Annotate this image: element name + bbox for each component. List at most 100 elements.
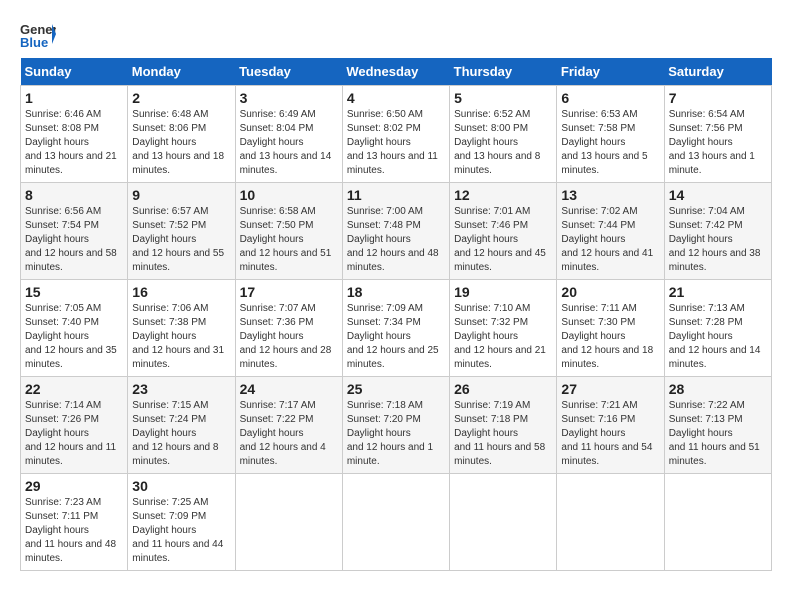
- day-info: Sunrise: 7:11 AMSunset: 7:30 PMDaylight …: [561, 303, 653, 370]
- day-number: 21: [669, 284, 767, 300]
- logo-icon: General Blue: [20, 20, 56, 48]
- day-number: 30: [132, 478, 230, 494]
- day-info: Sunrise: 7:06 AMSunset: 7:38 PMDaylight …: [132, 303, 224, 370]
- day-info: Sunrise: 7:07 AMSunset: 7:36 PMDaylight …: [240, 303, 332, 370]
- day-number: 27: [561, 381, 659, 397]
- day-info: Sunrise: 7:10 AMSunset: 7:32 PMDaylight …: [454, 303, 546, 370]
- day-info: Sunrise: 7:14 AMSunset: 7:26 PMDaylight …: [25, 400, 116, 467]
- calendar-cell: 7 Sunrise: 6:54 AMSunset: 7:56 PMDayligh…: [664, 86, 771, 183]
- day-info: Sunrise: 6:57 AMSunset: 7:52 PMDaylight …: [132, 206, 224, 273]
- day-number: 6: [561, 90, 659, 106]
- day-info: Sunrise: 6:46 AMSunset: 8:08 PMDaylight …: [25, 109, 117, 176]
- calendar-cell: [664, 474, 771, 571]
- day-number: 26: [454, 381, 552, 397]
- calendar-cell: 9 Sunrise: 6:57 AMSunset: 7:52 PMDayligh…: [128, 183, 235, 280]
- day-number: 22: [25, 381, 123, 397]
- day-info: Sunrise: 7:23 AMSunset: 7:11 PMDaylight …: [25, 497, 116, 564]
- day-number: 17: [240, 284, 338, 300]
- calendar-cell: 5 Sunrise: 6:52 AMSunset: 8:00 PMDayligh…: [450, 86, 557, 183]
- calendar-cell: 17 Sunrise: 7:07 AMSunset: 7:36 PMDaylig…: [235, 280, 342, 377]
- day-number: 19: [454, 284, 552, 300]
- day-info: Sunrise: 7:00 AMSunset: 7:48 PMDaylight …: [347, 206, 439, 273]
- calendar-cell: 3 Sunrise: 6:49 AMSunset: 8:04 PMDayligh…: [235, 86, 342, 183]
- calendar-cell: 14 Sunrise: 7:04 AMSunset: 7:42 PMDaylig…: [664, 183, 771, 280]
- day-number: 8: [25, 187, 123, 203]
- week-row-4: 22 Sunrise: 7:14 AMSunset: 7:26 PMDaylig…: [21, 377, 772, 474]
- day-header-saturday: Saturday: [664, 58, 771, 86]
- day-number: 25: [347, 381, 445, 397]
- day-info: Sunrise: 7:18 AMSunset: 7:20 PMDaylight …: [347, 400, 433, 467]
- day-info: Sunrise: 7:05 AMSunset: 7:40 PMDaylight …: [25, 303, 117, 370]
- day-number: 10: [240, 187, 338, 203]
- day-info: Sunrise: 6:50 AMSunset: 8:02 PMDaylight …: [347, 109, 438, 176]
- day-number: 20: [561, 284, 659, 300]
- calendar-cell: 2 Sunrise: 6:48 AMSunset: 8:06 PMDayligh…: [128, 86, 235, 183]
- calendar-cell: 22 Sunrise: 7:14 AMSunset: 7:26 PMDaylig…: [21, 377, 128, 474]
- day-number: 1: [25, 90, 123, 106]
- week-row-5: 29 Sunrise: 7:23 AMSunset: 7:11 PMDaylig…: [21, 474, 772, 571]
- day-info: Sunrise: 6:48 AMSunset: 8:06 PMDaylight …: [132, 109, 224, 176]
- day-number: 14: [669, 187, 767, 203]
- calendar-cell: [450, 474, 557, 571]
- logo: General Blue: [20, 20, 56, 48]
- calendar-cell: 11 Sunrise: 7:00 AMSunset: 7:48 PMDaylig…: [342, 183, 449, 280]
- calendar-cell: 28 Sunrise: 7:22 AMSunset: 7:13 PMDaylig…: [664, 377, 771, 474]
- day-info: Sunrise: 7:01 AMSunset: 7:46 PMDaylight …: [454, 206, 546, 273]
- day-header-monday: Monday: [128, 58, 235, 86]
- day-number: 13: [561, 187, 659, 203]
- calendar-table: SundayMondayTuesdayWednesdayThursdayFrid…: [20, 58, 772, 571]
- day-info: Sunrise: 7:22 AMSunset: 7:13 PMDaylight …: [669, 400, 760, 467]
- day-number: 23: [132, 381, 230, 397]
- calendar-cell: 27 Sunrise: 7:21 AMSunset: 7:16 PMDaylig…: [557, 377, 664, 474]
- day-header-thursday: Thursday: [450, 58, 557, 86]
- calendar-cell: 24 Sunrise: 7:17 AMSunset: 7:22 PMDaylig…: [235, 377, 342, 474]
- calendar-cell: 15 Sunrise: 7:05 AMSunset: 7:40 PMDaylig…: [21, 280, 128, 377]
- day-number: 29: [25, 478, 123, 494]
- day-info: Sunrise: 6:54 AMSunset: 7:56 PMDaylight …: [669, 109, 755, 176]
- day-info: Sunrise: 7:25 AMSunset: 7:09 PMDaylight …: [132, 497, 223, 564]
- day-header-tuesday: Tuesday: [235, 58, 342, 86]
- day-info: Sunrise: 7:04 AMSunset: 7:42 PMDaylight …: [669, 206, 761, 273]
- day-number: 7: [669, 90, 767, 106]
- calendar-cell: 23 Sunrise: 7:15 AMSunset: 7:24 PMDaylig…: [128, 377, 235, 474]
- day-info: Sunrise: 7:15 AMSunset: 7:24 PMDaylight …: [132, 400, 218, 467]
- header: General Blue: [20, 20, 772, 48]
- calendar-cell: [342, 474, 449, 571]
- calendar-cell: 26 Sunrise: 7:19 AMSunset: 7:18 PMDaylig…: [450, 377, 557, 474]
- calendar-cell: 29 Sunrise: 7:23 AMSunset: 7:11 PMDaylig…: [21, 474, 128, 571]
- calendar-cell: 13 Sunrise: 7:02 AMSunset: 7:44 PMDaylig…: [557, 183, 664, 280]
- day-header-row: SundayMondayTuesdayWednesdayThursdayFrid…: [21, 58, 772, 86]
- calendar-cell: 30 Sunrise: 7:25 AMSunset: 7:09 PMDaylig…: [128, 474, 235, 571]
- day-number: 12: [454, 187, 552, 203]
- calendar-cell: 4 Sunrise: 6:50 AMSunset: 8:02 PMDayligh…: [342, 86, 449, 183]
- day-info: Sunrise: 7:13 AMSunset: 7:28 PMDaylight …: [669, 303, 761, 370]
- calendar-cell: 1 Sunrise: 6:46 AMSunset: 8:08 PMDayligh…: [21, 86, 128, 183]
- calendar-cell: [235, 474, 342, 571]
- day-header-friday: Friday: [557, 58, 664, 86]
- day-header-wednesday: Wednesday: [342, 58, 449, 86]
- day-info: Sunrise: 7:21 AMSunset: 7:16 PMDaylight …: [561, 400, 652, 467]
- calendar-cell: 8 Sunrise: 6:56 AMSunset: 7:54 PMDayligh…: [21, 183, 128, 280]
- week-row-2: 8 Sunrise: 6:56 AMSunset: 7:54 PMDayligh…: [21, 183, 772, 280]
- day-number: 2: [132, 90, 230, 106]
- day-info: Sunrise: 6:53 AMSunset: 7:58 PMDaylight …: [561, 109, 647, 176]
- calendar-cell: 16 Sunrise: 7:06 AMSunset: 7:38 PMDaylig…: [128, 280, 235, 377]
- calendar-cell: 25 Sunrise: 7:18 AMSunset: 7:20 PMDaylig…: [342, 377, 449, 474]
- day-info: Sunrise: 6:52 AMSunset: 8:00 PMDaylight …: [454, 109, 540, 176]
- week-row-3: 15 Sunrise: 7:05 AMSunset: 7:40 PMDaylig…: [21, 280, 772, 377]
- day-number: 28: [669, 381, 767, 397]
- calendar-cell: 19 Sunrise: 7:10 AMSunset: 7:32 PMDaylig…: [450, 280, 557, 377]
- day-info: Sunrise: 6:56 AMSunset: 7:54 PMDaylight …: [25, 206, 117, 273]
- day-number: 3: [240, 90, 338, 106]
- day-number: 15: [25, 284, 123, 300]
- day-number: 9: [132, 187, 230, 203]
- calendar-cell: 12 Sunrise: 7:01 AMSunset: 7:46 PMDaylig…: [450, 183, 557, 280]
- calendar-cell: 21 Sunrise: 7:13 AMSunset: 7:28 PMDaylig…: [664, 280, 771, 377]
- day-number: 24: [240, 381, 338, 397]
- week-row-1: 1 Sunrise: 6:46 AMSunset: 8:08 PMDayligh…: [21, 86, 772, 183]
- calendar-cell: [557, 474, 664, 571]
- day-number: 5: [454, 90, 552, 106]
- day-number: 18: [347, 284, 445, 300]
- day-info: Sunrise: 7:09 AMSunset: 7:34 PMDaylight …: [347, 303, 439, 370]
- day-info: Sunrise: 6:58 AMSunset: 7:50 PMDaylight …: [240, 206, 332, 273]
